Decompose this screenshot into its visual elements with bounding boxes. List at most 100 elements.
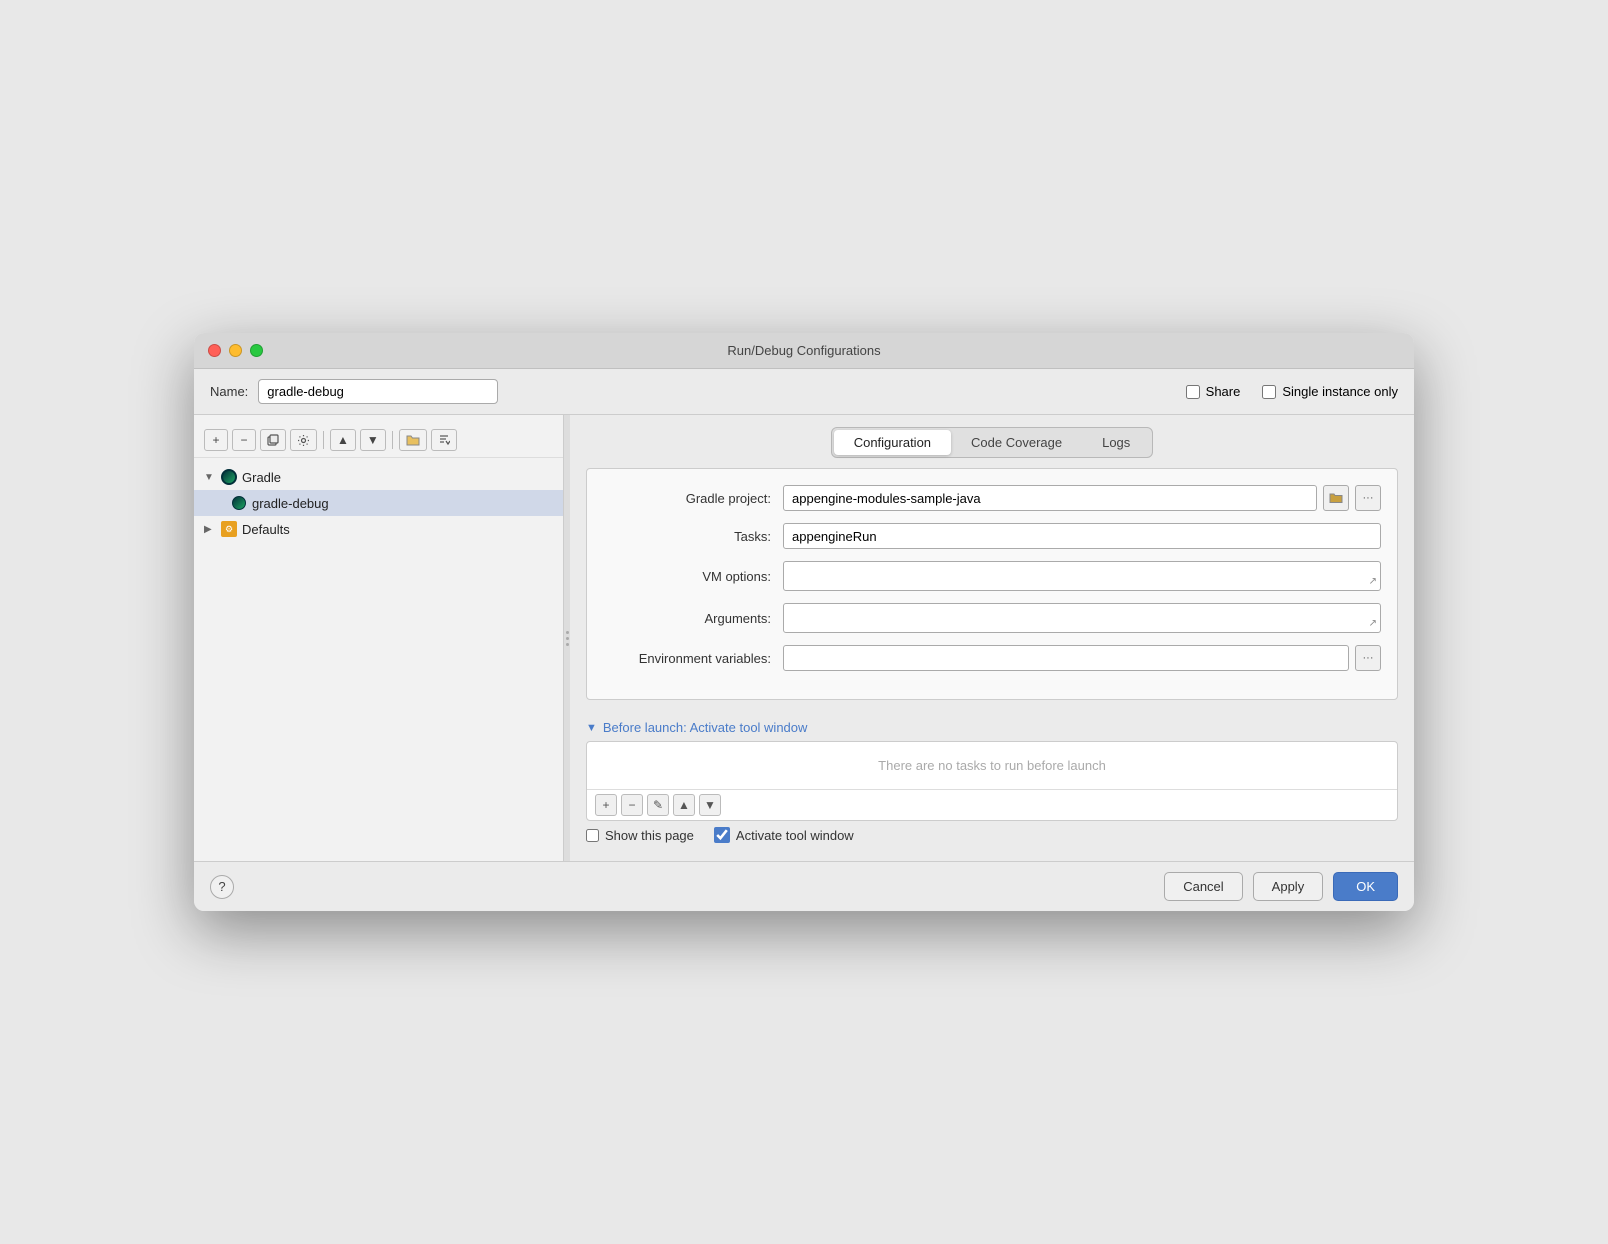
- before-launch-up-button[interactable]: ▲: [673, 794, 695, 816]
- sidebar-divider: [323, 431, 324, 449]
- before-launch-down-button[interactable]: ▼: [699, 794, 721, 816]
- before-launch-toolbar: + − ✎ ▲ ▼: [587, 789, 1397, 820]
- before-launch-section: ▼ Before launch: Activate tool window Th…: [586, 720, 1398, 849]
- defaults-tree-item[interactable]: ▶ ⚙ Defaults: [194, 516, 563, 542]
- gradle-project-folder-button[interactable]: [1323, 485, 1349, 511]
- tab-logs[interactable]: Logs: [1082, 430, 1150, 455]
- folder-browse-icon: [1329, 492, 1343, 504]
- config-panel: Gradle project: ···: [586, 468, 1398, 700]
- footer-left: ?: [210, 875, 234, 899]
- arguments-input[interactable]: [783, 603, 1381, 633]
- resize-dot-1: [566, 631, 569, 634]
- arguments-label: Arguments:: [603, 611, 783, 626]
- tasks-input-wrap: [783, 523, 1381, 549]
- move-up-button[interactable]: ▲: [330, 429, 356, 451]
- vm-expand-icon[interactable]: ↗: [1369, 576, 1377, 587]
- before-launch-title: Before launch: Activate tool window: [603, 720, 808, 735]
- arguments-input-wrap: ↗: [783, 603, 1381, 633]
- show-page-checkbox[interactable]: [586, 829, 599, 842]
- main-content: Configuration Code Coverage Logs Gradle …: [570, 415, 1414, 861]
- sidebar: + − ▲ ▼: [194, 415, 564, 861]
- help-button[interactable]: ?: [210, 875, 234, 899]
- share-label: Share: [1206, 384, 1241, 399]
- ok-button[interactable]: OK: [1333, 872, 1398, 901]
- footer-right: Cancel Apply OK: [1164, 872, 1398, 901]
- copy-config-button[interactable]: [260, 429, 286, 451]
- vm-options-wrap: ↗: [783, 561, 1381, 591]
- before-launch-arrow: ▼: [586, 722, 597, 734]
- more-dots: ···: [1363, 492, 1374, 504]
- remove-config-button[interactable]: −: [232, 429, 256, 451]
- move-down-button[interactable]: ▼: [360, 429, 386, 451]
- sort-button[interactable]: [431, 429, 457, 451]
- copy-icon: [267, 434, 279, 446]
- close-button[interactable]: [208, 344, 221, 357]
- gradle-project-label: Gradle project:: [603, 491, 783, 506]
- gradle-project-more-button[interactable]: ···: [1355, 485, 1381, 511]
- env-variables-input[interactable]: [783, 645, 1349, 671]
- share-checkbox[interactable]: [1186, 385, 1200, 399]
- vm-options-label: VM options:: [603, 569, 783, 584]
- window-controls: [208, 344, 263, 357]
- gradle-tree-parent[interactable]: ▼ Gradle: [194, 464, 563, 490]
- vm-options-input[interactable]: [783, 561, 1381, 591]
- sidebar-toolbar: + − ▲ ▼: [194, 423, 563, 458]
- activate-window-checkbox[interactable]: [714, 827, 730, 843]
- single-instance-checkbox[interactable]: [1262, 385, 1276, 399]
- minimize-button[interactable]: [229, 344, 242, 357]
- gear-icon: [297, 434, 310, 447]
- gradle-label: Gradle: [242, 470, 281, 485]
- env-variables-row: Environment variables: ···: [603, 645, 1381, 671]
- folder-button[interactable]: [399, 429, 427, 451]
- show-page-row: Show this page: [586, 828, 694, 843]
- tabs-row: Configuration Code Coverage Logs: [831, 427, 1154, 458]
- env-variables-label: Environment variables:: [603, 651, 783, 666]
- tab-configuration[interactable]: Configuration: [834, 430, 951, 455]
- before-launch-empty: There are no tasks to run before launch: [587, 742, 1397, 789]
- gradle-debug-label: gradle-debug: [252, 496, 329, 511]
- config-settings-button[interactable]: [290, 429, 317, 451]
- tab-code-coverage[interactable]: Code Coverage: [951, 430, 1082, 455]
- collapse-arrow: ▼: [204, 472, 216, 483]
- apply-button[interactable]: Apply: [1253, 872, 1324, 901]
- env-more-button[interactable]: ···: [1355, 645, 1381, 671]
- bottom-options: Show this page Activate tool window: [586, 821, 1398, 849]
- gradle-project-input-wrap: ···: [783, 485, 1381, 511]
- activate-window-label: Activate tool window: [736, 828, 854, 843]
- dialog-title: Run/Debug Configurations: [727, 343, 880, 358]
- name-input[interactable]: [258, 379, 498, 404]
- before-launch-add-button[interactable]: +: [595, 794, 617, 816]
- tasks-label: Tasks:: [603, 529, 783, 544]
- add-config-button[interactable]: +: [204, 429, 228, 451]
- gradle-icon: [220, 468, 238, 486]
- tasks-row: Tasks:: [603, 523, 1381, 549]
- name-label: Name:: [210, 384, 248, 399]
- resize-dot-2: [566, 637, 569, 640]
- cancel-button[interactable]: Cancel: [1164, 872, 1242, 901]
- before-launch-header[interactable]: ▼ Before launch: Activate tool window: [586, 720, 1398, 735]
- dialog-footer: ? Cancel Apply OK: [194, 861, 1414, 911]
- args-expand-icon[interactable]: ↗: [1369, 618, 1377, 629]
- gradle-debug-item[interactable]: gradle-debug: [194, 490, 563, 516]
- dialog-body: + − ▲ ▼: [194, 415, 1414, 861]
- defaults-label: Defaults: [242, 522, 290, 537]
- gradle-project-input[interactable]: [783, 485, 1317, 511]
- share-row: Share Single instance only: [1186, 384, 1398, 399]
- defaults-arrow: ▶: [204, 524, 216, 535]
- sidebar-divider-2: [392, 431, 393, 449]
- folder-icon: [406, 434, 420, 446]
- before-launch-edit-button[interactable]: ✎: [647, 794, 669, 816]
- run-debug-dialog: Run/Debug Configurations Name: Share Sin…: [194, 333, 1414, 911]
- vm-options-input-wrap: ↗: [783, 561, 1381, 591]
- before-launch-remove-button[interactable]: −: [621, 794, 643, 816]
- env-more-dots: ···: [1363, 652, 1374, 664]
- activate-window-row: Activate tool window: [714, 827, 854, 843]
- arguments-row: Arguments: ↗: [603, 603, 1381, 633]
- maximize-button[interactable]: [250, 344, 263, 357]
- single-instance-label: Single instance only: [1282, 384, 1398, 399]
- sort-icon: [438, 434, 450, 447]
- env-variables-input-wrap: ···: [783, 645, 1381, 671]
- gradle-project-row: Gradle project: ···: [603, 485, 1381, 511]
- tasks-input[interactable]: [783, 523, 1381, 549]
- before-launch-box: There are no tasks to run before launch …: [586, 741, 1398, 821]
